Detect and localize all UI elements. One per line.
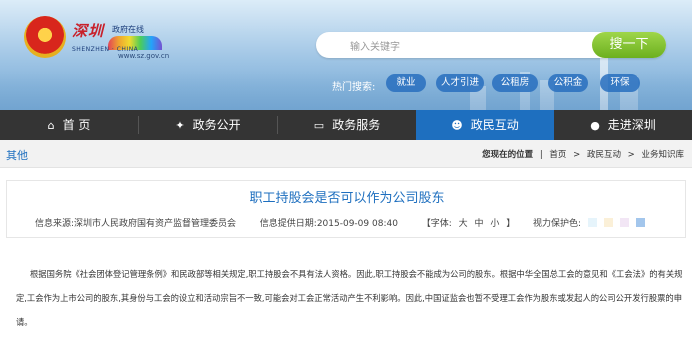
- logo-text-cn: 深圳: [72, 22, 105, 40]
- breadcrumb-separator: >: [627, 150, 635, 160]
- breadcrumb-home[interactable]: 首页: [549, 150, 566, 160]
- eye-color-swatch-blue[interactable]: [587, 218, 597, 227]
- hot-item-housing[interactable]: 公租房: [492, 74, 538, 92]
- eye-color-swatch-pink[interactable]: [619, 218, 629, 227]
- font-size-label: 【字体:: [421, 219, 452, 229]
- users-icon: ☻: [451, 119, 463, 132]
- national-emblem-icon[interactable]: [24, 16, 66, 58]
- hot-item-fund[interactable]: 公积金: [548, 74, 588, 92]
- article-date: 信息提供日期:2015-09-09 08:40: [259, 219, 398, 229]
- search-placeholder: 输入关键字: [350, 42, 400, 53]
- nav-label: 政民互动: [470, 118, 519, 132]
- breadcrumb-interaction[interactable]: 政民互动: [587, 150, 621, 160]
- section-label[interactable]: 其他: [6, 147, 28, 163]
- eye-color-swatch-yellow[interactable]: [603, 218, 613, 227]
- article-source: 信息来源:深圳市人民政府国有资产监督管理委员会: [35, 219, 237, 229]
- info-icon: ●: [590, 119, 600, 132]
- breadcrumb-separator: |: [539, 150, 543, 160]
- nav-item-interaction[interactable]: ☻ 政民互动: [416, 110, 554, 140]
- font-small-button[interactable]: 小: [490, 219, 499, 229]
- breadcrumb-label: 您现在的位置: [482, 150, 534, 160]
- breadcrumb-bar: 其他 您现在的位置 | 首页 > 政民互动 > 业务知识库: [0, 140, 692, 168]
- search-button[interactable]: 搜一下: [592, 32, 666, 58]
- article-header: 职工持股会是否可以作为公司股东 信息来源:深圳市人民政府国有资产监督管理委员会 …: [6, 180, 686, 238]
- breadcrumb-separator: >: [573, 150, 581, 160]
- header-banner: 深圳 政府在线 SHENZHEN · CHINA www.sz.gov.cn 输…: [0, 0, 692, 110]
- font-large-button[interactable]: 大: [459, 219, 468, 229]
- article-meta: 信息来源:深圳市人民政府国有资产监督管理委员会 信息提供日期:2015-09-0…: [35, 216, 645, 229]
- eye-protect-label: 视力保护色:: [533, 219, 582, 229]
- hot-search-label: 热门搜索:: [332, 82, 376, 93]
- site-url: www.sz.gov.cn: [118, 52, 170, 60]
- article-paragraph: 根据国务院《社会团体登记管理条例》和民政部等相关规定,职工持股会不具有法人资格。…: [16, 269, 683, 327]
- monitor-icon: ▭: [313, 119, 325, 132]
- nav-item-home[interactable]: ⌂ 首 页: [0, 110, 138, 140]
- breadcrumb: 您现在的位置 | 首页 > 政民互动 > 业务知识库: [478, 148, 684, 160]
- main-nav: ⌂ 首 页 ✦ 政务公开 ▭ 政务服务 ☻ 政民互动 ● 走进深圳: [0, 110, 692, 140]
- breadcrumb-knowledge-base[interactable]: 业务知识库: [641, 150, 684, 160]
- ribbon-icon: ✦: [175, 119, 185, 132]
- logo-text-cn2: 政府在线: [112, 25, 144, 34]
- font-size-close: 】: [506, 219, 516, 229]
- nav-label: 走进深圳: [607, 118, 656, 132]
- font-medium-button[interactable]: 中: [475, 219, 484, 229]
- nav-item-about-shenzhen[interactable]: ● 走进深圳: [554, 110, 692, 140]
- nav-label: 首 页: [62, 118, 91, 132]
- eye-color-swatch-blue-dark[interactable]: [635, 218, 645, 227]
- nav-label: 政务服务: [332, 118, 381, 132]
- article-body: 根据国务院《社会团体登记管理条例》和民政部等相关规定,职工持股会不具有法人资格。…: [16, 262, 684, 334]
- hot-item-jobs[interactable]: 就业: [386, 74, 426, 92]
- nav-item-gov-service[interactable]: ▭ 政务服务: [278, 110, 416, 140]
- nav-label: 政务公开: [192, 118, 241, 132]
- hot-item-env[interactable]: 环保: [600, 74, 640, 92]
- nav-item-gov-open[interactable]: ✦ 政务公开: [139, 110, 277, 140]
- home-icon: ⌂: [47, 119, 55, 132]
- hot-item-talent[interactable]: 人才引进: [436, 74, 484, 92]
- article-title: 职工持股会是否可以作为公司股东: [249, 191, 445, 206]
